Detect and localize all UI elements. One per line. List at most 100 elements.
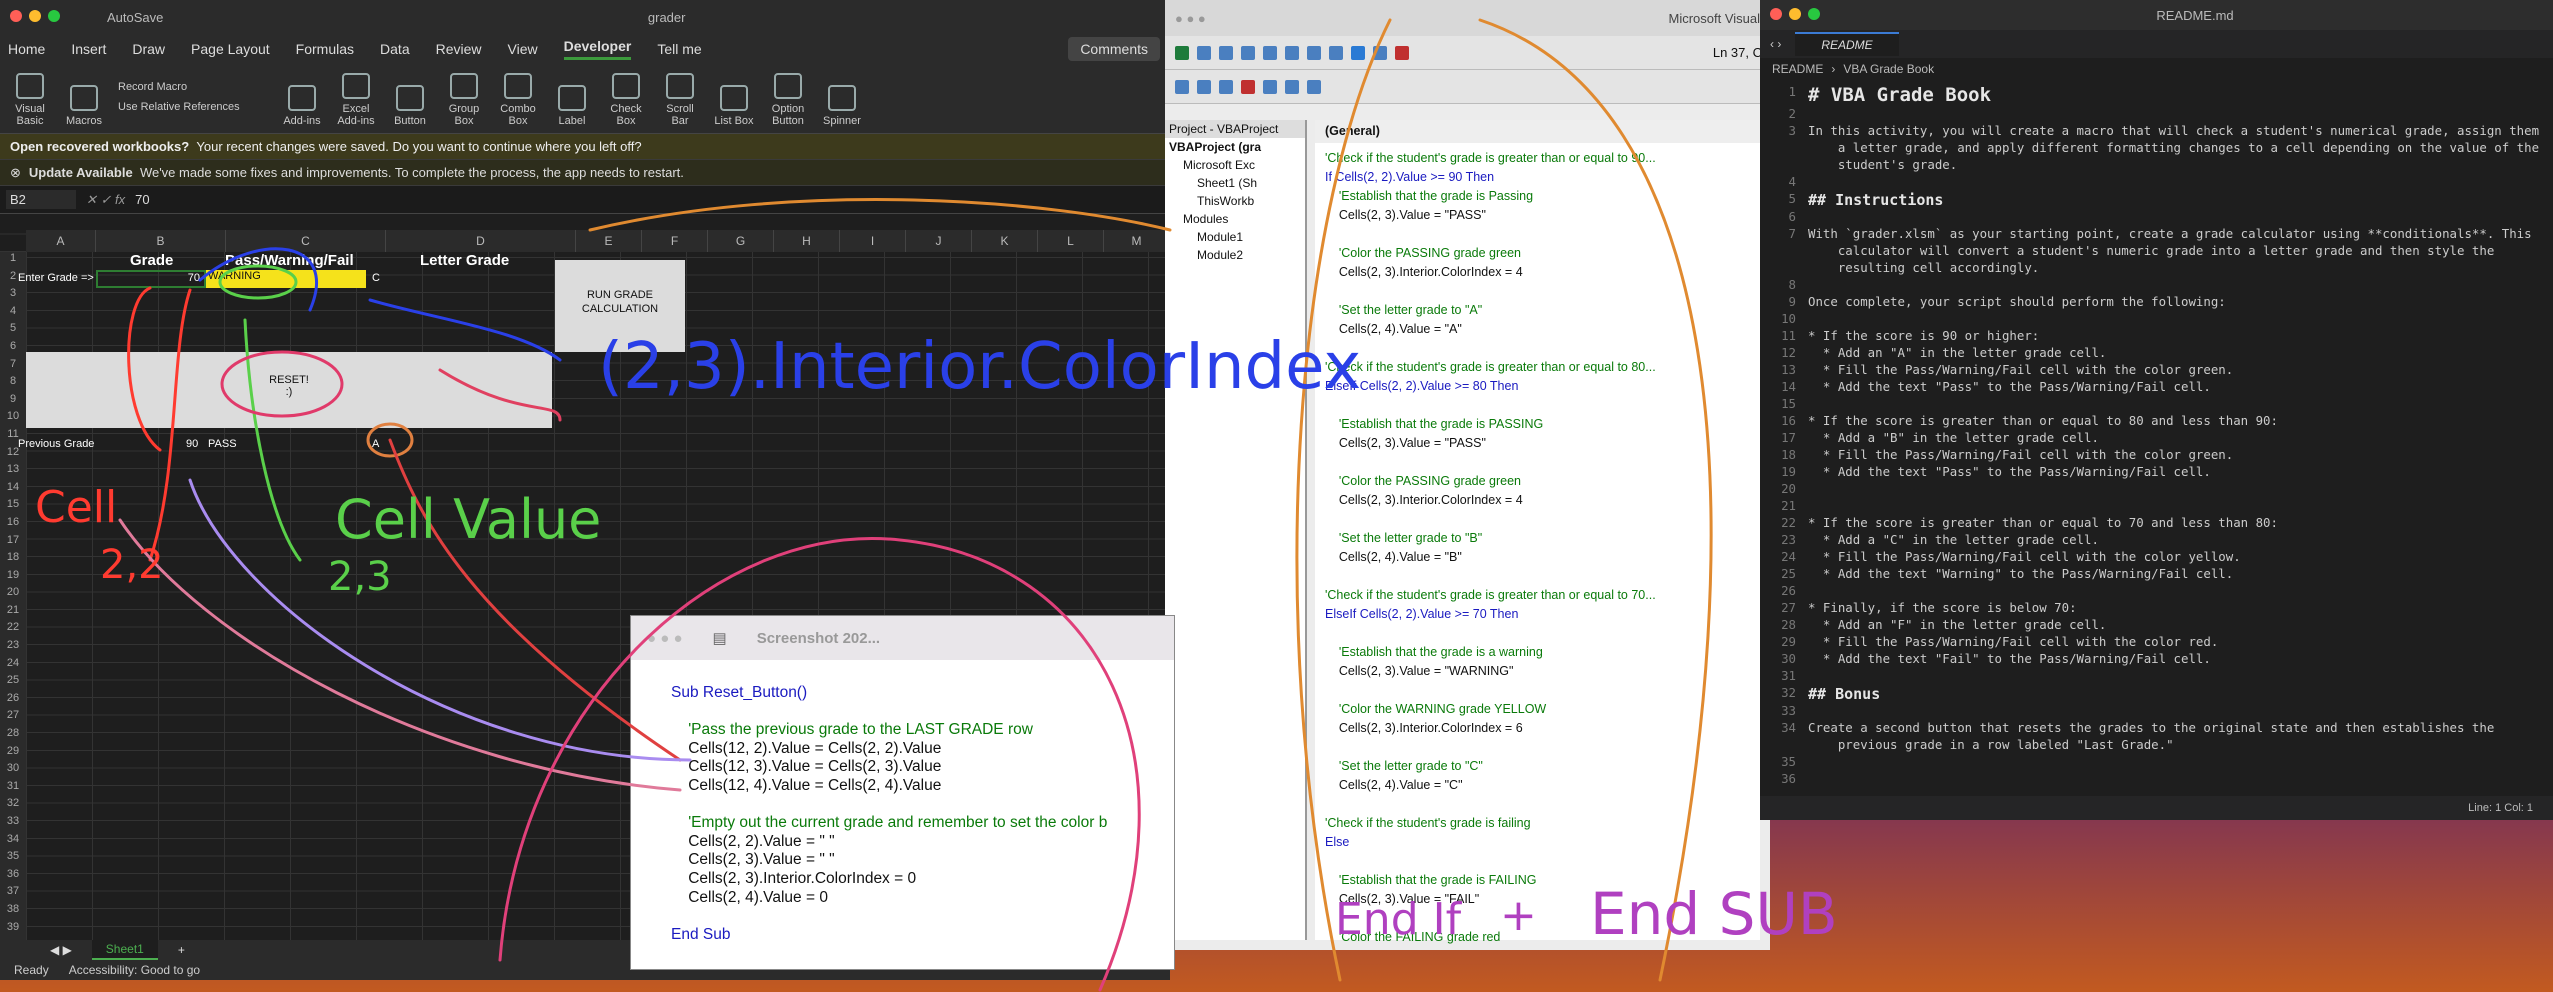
- readme-line[interactable]: 35: [1760, 754, 2553, 771]
- readme-line[interactable]: 6: [1760, 209, 2553, 226]
- row-header[interactable]: 13: [0, 463, 26, 481]
- readme-line[interactable]: 23 * Add a "C" in the letter grade cell.: [1760, 532, 2553, 549]
- row-header[interactable]: 28: [0, 727, 26, 745]
- row-header[interactable]: 31: [0, 780, 26, 798]
- readme-editor[interactable]: 1 # VBA Grade Book 2 3 In this activity, you…: [1760, 84, 2553, 794]
- row-header[interactable]: 24: [0, 657, 26, 675]
- window-controls[interactable]: ● ● ●: [1175, 11, 1206, 26]
- list-box-control[interactable]: List Box: [714, 85, 754, 127]
- tab-developer[interactable]: Developer: [563, 38, 632, 60]
- previous-grade-value[interactable]: 90: [186, 438, 198, 450]
- readme-line[interactable]: 3 In this activity, you will create a mac…: [1760, 123, 2553, 140]
- cut-icon[interactable]: [1219, 45, 1233, 60]
- readme-line[interactable]: 10: [1760, 311, 2553, 328]
- close-icon[interactable]: ⊗: [10, 165, 21, 181]
- row-header[interactable]: 27: [0, 709, 26, 727]
- code-line[interactable]: 'Establish that the grade is FAILING: [1325, 871, 1750, 890]
- row-header[interactable]: 35: [0, 850, 26, 868]
- code-line[interactable]: 'Check if the student's grade is greater…: [1325, 149, 1750, 168]
- visual-basic-button[interactable]: Visual Basic: [10, 73, 50, 127]
- back-icon[interactable]: ‹ ›: [1770, 37, 1781, 51]
- reset-icon[interactable]: [1241, 79, 1255, 94]
- row-header[interactable]: 7: [0, 358, 26, 376]
- save-icon[interactable]: [1197, 45, 1211, 60]
- row-header[interactable]: 17: [0, 534, 26, 552]
- code-line[interactable]: Cells(2, 3).Value = "PASS": [1325, 434, 1750, 453]
- code-line[interactable]: Cells(2, 3).Interior.ColorIndex = 4: [1325, 491, 1750, 510]
- readme-line[interactable]: 30 * Add the text "Fail" to the Pass/War…: [1760, 651, 2553, 668]
- code-line[interactable]: Cells(2, 3).Value = "PASS": [1325, 206, 1750, 225]
- watch-icon[interactable]: [1307, 79, 1321, 94]
- row-header[interactable]: 5: [0, 322, 26, 340]
- row-header[interactable]: 39: [0, 921, 26, 939]
- code-window[interactable]: (General) 'Check if the student's grade …: [1315, 120, 1760, 950]
- code-line[interactable]: [1325, 681, 1750, 700]
- row-header[interactable]: 22: [0, 621, 26, 639]
- row-header[interactable]: 20: [0, 586, 26, 604]
- breadcrumb-heading[interactable]: VBA Grade Book: [1843, 62, 1934, 76]
- tab-data[interactable]: Data: [380, 41, 410, 57]
- readme-line[interactable]: 12 * Add an "A" in the letter grade cell…: [1760, 345, 2553, 362]
- redo-icon[interactable]: [1329, 45, 1343, 60]
- status-cell[interactable]: WARNING: [206, 270, 366, 288]
- readme-line[interactable]: 4: [1760, 174, 2553, 191]
- button-control[interactable]: Button: [390, 85, 430, 127]
- code-line[interactable]: Cells(2, 3).Value = "FAIL": [1325, 890, 1750, 909]
- col-d[interactable]: D: [386, 230, 576, 252]
- window-controls[interactable]: [10, 9, 67, 25]
- header-letter-grade[interactable]: Letter Grade: [420, 252, 509, 269]
- check-box-control[interactable]: Check Box: [606, 73, 646, 127]
- sidebar-icon[interactable]: ▤: [713, 629, 727, 647]
- readme-line[interactable]: 20: [1760, 481, 2553, 498]
- previous-status[interactable]: PASS: [208, 438, 237, 450]
- letter-cell[interactable]: C: [372, 272, 380, 284]
- col-m[interactable]: M: [1104, 230, 1170, 252]
- readme-line[interactable]: calculator will convert a student's nume…: [1760, 243, 2553, 260]
- code-line[interactable]: Cells(2, 3).Interior.ColorIndex = 3: [1325, 947, 1750, 950]
- row-header[interactable]: 6: [0, 340, 26, 358]
- readme-line[interactable]: 28 * Add an "F" in the letter grade cell…: [1760, 617, 2553, 634]
- row-header[interactable]: 38: [0, 903, 26, 921]
- readme-line[interactable]: 1 # VBA Grade Book: [1760, 84, 2553, 106]
- col-a[interactable]: A: [26, 230, 96, 252]
- code-line[interactable]: 'Set the letter grade to "A": [1325, 301, 1750, 320]
- col-k[interactable]: K: [972, 230, 1038, 252]
- readme-line[interactable]: 14 * Add the text "Pass" to the Pass/War…: [1760, 379, 2553, 396]
- reset-button[interactable]: RESET!:): [26, 352, 552, 428]
- tab-formulas[interactable]: Formulas: [296, 41, 354, 57]
- readme-line[interactable]: 9 Once complete, your script should perfo…: [1760, 294, 2553, 311]
- tab-tell-me[interactable]: Tell me: [657, 41, 701, 57]
- readme-line[interactable]: 33: [1760, 703, 2553, 720]
- row-header[interactable]: 8: [0, 375, 26, 393]
- sheet-tab-sheet1[interactable]: Sheet1: [91, 940, 158, 960]
- code-line[interactable]: 'Color the PASSING grade green: [1325, 244, 1750, 263]
- row-header[interactable]: 33: [0, 815, 26, 833]
- code-line[interactable]: 'Establish that the grade is PASSING: [1325, 415, 1750, 434]
- tree-microsoft-excel[interactable]: Microsoft Exc: [1165, 156, 1305, 174]
- row-header[interactable]: 34: [0, 833, 26, 851]
- procedure-dropdown[interactable]: (General): [1315, 120, 1760, 143]
- header-grade[interactable]: Grade: [130, 252, 173, 269]
- row-header[interactable]: 30: [0, 762, 26, 780]
- tab-review[interactable]: Review: [436, 41, 482, 57]
- autosave-label[interactable]: AutoSave: [107, 10, 163, 25]
- code-line[interactable]: [1325, 624, 1750, 643]
- enter-grade-label[interactable]: Enter Grade =>: [18, 272, 94, 284]
- label-control[interactable]: Label: [552, 85, 592, 127]
- code-line[interactable]: [1325, 909, 1750, 928]
- tree-module2[interactable]: Module2: [1165, 246, 1305, 264]
- previous-letter[interactable]: A: [372, 438, 379, 450]
- col-f[interactable]: F: [642, 230, 708, 252]
- run-icon[interactable]: [1351, 45, 1365, 60]
- run-grade-button[interactable]: RUN GRADE CALCULATION: [555, 260, 685, 352]
- code-line[interactable]: [1325, 852, 1750, 871]
- tab-insert[interactable]: Insert: [71, 41, 106, 57]
- code-line[interactable]: Cells(2, 3).Value = "WARNING": [1325, 662, 1750, 681]
- code-line[interactable]: [1325, 795, 1750, 814]
- readme-line[interactable]: 29 * Fill the Pass/Warning/Fail cell wit…: [1760, 634, 2553, 651]
- code-line[interactable]: Else: [1325, 833, 1750, 852]
- find-icon[interactable]: [1285, 45, 1299, 60]
- readme-line[interactable]: 22 * If the score is greater than or equa…: [1760, 515, 2553, 532]
- col-c[interactable]: C: [226, 230, 386, 252]
- readme-line[interactable]: 8: [1760, 277, 2553, 294]
